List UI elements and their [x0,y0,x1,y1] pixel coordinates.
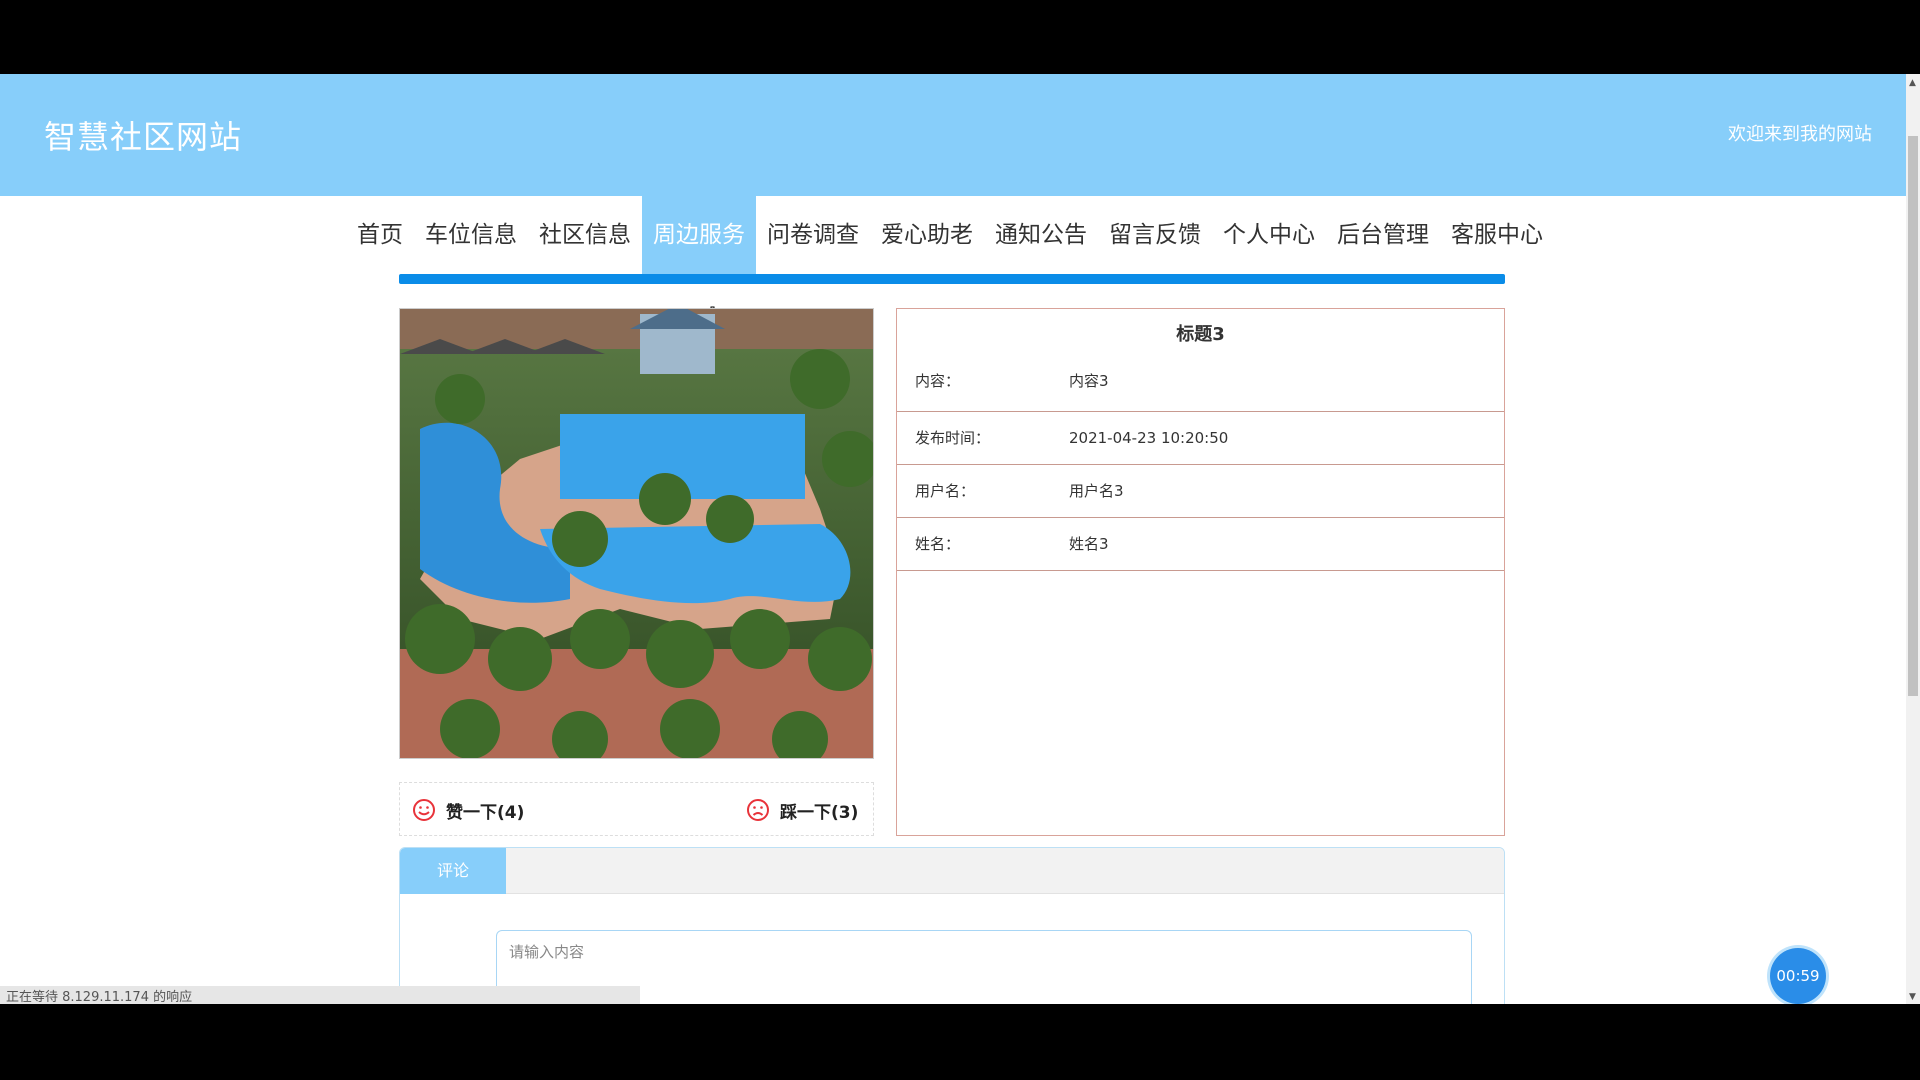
nav-item-elderly-care[interactable]: 爱心助老 [870,196,984,274]
browser-status-bar: 正在等待 8.129.11.174 的响应 [0,986,640,1004]
frown-icon [747,799,769,821]
comment-panel: 评论 [399,847,1505,1004]
nav-item-parking[interactable]: 车位信息 [414,196,528,274]
scroll-up-icon[interactable]: ▲ [1909,78,1916,88]
browser-viewport: 智慧社区网站 欢迎来到我的网站 首页 车位信息 社区信息 周边服务 问卷调查 爱… [0,74,1920,1004]
vote-bar: 赞一下(4) 踩一下(3) [399,782,874,836]
nav-item-home[interactable]: 首页 [346,196,414,274]
nav-item-admin[interactable]: 后台管理 [1326,196,1440,274]
like-label: 赞一下(4) [446,802,525,823]
like-button[interactable]: 赞一下(4) [412,783,524,837]
nav-item-community[interactable]: 社区信息 [528,196,642,274]
detail-panel: 标题3 内容： 内容3 发布时间： 2021-04-23 10:20:50 用户… [896,308,1505,836]
detail-label: 姓名： [915,535,961,553]
timer-badge[interactable]: 00:59 [1770,948,1826,1004]
comment-tabs: 评论 [400,848,1504,894]
scroll-down-icon[interactable]: ▼ [1909,992,1916,1002]
detail-title: 标题3 [1176,324,1225,345]
detail-value: 内容3 [1069,372,1109,390]
main-nav: 首页 车位信息 社区信息 周边服务 问卷调查 爱心助老 通知公告 留言反馈 个人… [0,196,1906,274]
comment-input[interactable] [496,930,1472,1004]
detail-value: 姓名3 [1069,535,1109,553]
detail-row-publish-time: 发布时间： 2021-04-23 10:20:50 [897,412,1504,465]
scroll-thumb[interactable] [1908,136,1918,696]
detail-value: 用户名3 [1069,482,1124,500]
dislike-label: 踩一下(3) [780,802,859,823]
detail-row-name: 姓名： 姓名3 [897,518,1504,571]
detail-label: 发布时间： [915,429,991,447]
nav-item-notices[interactable]: 通知公告 [984,196,1098,274]
welcome-text: 欢迎来到我的网站 [1728,124,1872,145]
nav-item-support[interactable]: 客服中心 [1440,196,1554,274]
site-title[interactable]: 智慧社区网站 [44,112,242,158]
page-scrollbar[interactable]: ▲ ▼ [1906,74,1920,1004]
nav-item-feedback[interactable]: 留言反馈 [1098,196,1212,274]
dislike-button[interactable]: 踩一下(3) [746,783,858,837]
detail-label: 用户名： [915,482,976,500]
detail-label: 内容： [915,372,961,390]
detail-row-username: 用户名： 用户名3 [897,465,1504,518]
nav-item-profile[interactable]: 个人中心 [1212,196,1326,274]
detail-row-content: 内容： 内容3 [897,361,1504,412]
nav-item-survey[interactable]: 问卷调查 [756,196,870,274]
pool-photo [399,308,874,759]
site-header: 智慧社区网站 欢迎来到我的网站 [0,74,1906,196]
tab-comment[interactable]: 评论 [400,848,506,894]
nav-item-nearby-services[interactable]: 周边服务 [642,196,756,274]
detail-value: 2021-04-23 10:20:50 [1069,429,1229,447]
smile-icon [413,799,435,821]
accent-bar [399,274,1505,284]
